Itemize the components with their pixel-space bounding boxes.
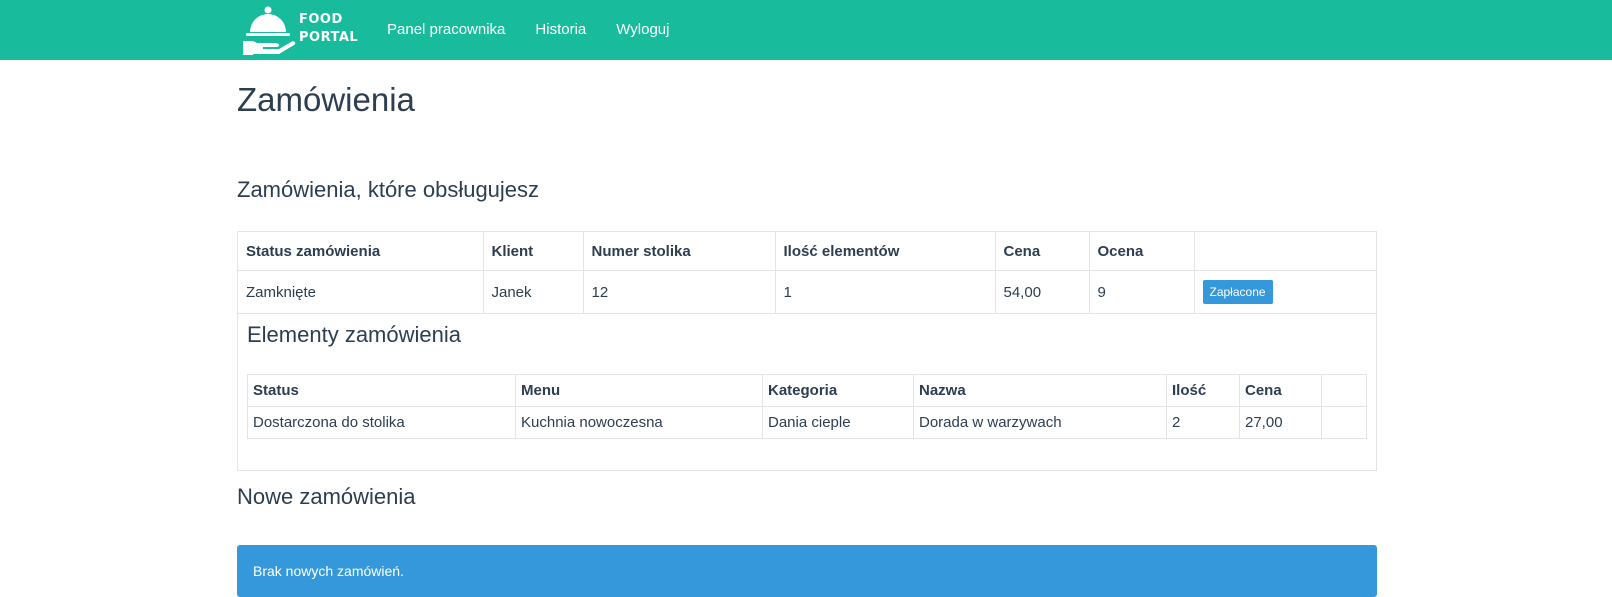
order-status: Zamknięte xyxy=(238,270,484,314)
no-new-orders-alert: Brak nowych zamówień. xyxy=(237,545,1377,597)
brand-text: FOOD PORTAL xyxy=(299,11,358,47)
items-col-header-category: Kategoria xyxy=(762,374,914,407)
new-orders-title: Nowe zamówienia xyxy=(237,484,416,509)
brand-line-1: FOOD xyxy=(299,12,343,27)
navbar-inner: FOOD PORTAL Panel pracownika Historia Wy… xyxy=(237,0,1377,60)
page-title: Zamówienia xyxy=(237,81,415,118)
order-client: Janek xyxy=(483,270,584,314)
item-extra xyxy=(1321,406,1367,439)
item-name: Dorada w warzywach xyxy=(913,406,1167,439)
col-header-client: Klient xyxy=(483,232,584,271)
nav-link-logout[interactable]: Wyloguj xyxy=(616,0,669,60)
col-header-item-count: Ilość elementów xyxy=(775,232,996,271)
order-actions: Zapłacone xyxy=(1194,270,1376,314)
col-header-actions xyxy=(1194,232,1376,271)
col-header-status: Status zamówienia xyxy=(238,232,484,271)
item-price: 27,00 xyxy=(1239,406,1322,439)
order-price: 54,00 xyxy=(995,270,1090,314)
col-header-price: Cena xyxy=(995,232,1090,271)
paid-button[interactable]: Zapłacone xyxy=(1202,280,1273,304)
order-rating: 9 xyxy=(1089,270,1195,314)
orders-header-row: Status zamówienia Klient Numer stolika I… xyxy=(238,232,1376,271)
handled-orders-title: Zamówienia, które obsługujesz xyxy=(237,177,540,202)
cloche-icon xyxy=(243,6,296,55)
order-items-table: Status Menu Kategoria Nazwa Ilość Cena D… xyxy=(247,374,1367,439)
nav-link-history[interactable]: Historia xyxy=(535,0,586,60)
order-items-title: Elementy zamówienia xyxy=(247,322,461,347)
brand-logo[interactable]: FOOD PORTAL xyxy=(237,3,358,55)
nav-links: Panel pracownika Historia Wyloguj xyxy=(387,0,699,60)
items-col-header-name: Nazwa xyxy=(913,374,1167,407)
col-header-table-number: Numer stolika xyxy=(583,232,776,271)
item-menu: Kuchnia nowoczesna xyxy=(515,406,763,439)
order-table-number: 12 xyxy=(583,270,776,314)
col-header-rating: Ocena xyxy=(1089,232,1195,271)
items-col-header-status: Status xyxy=(247,374,516,407)
items-col-header-price: Cena xyxy=(1239,374,1322,407)
handled-orders-panel: Status zamówienia Klient Numer stolika I… xyxy=(237,231,1377,471)
table-row: Zamknięte Janek 12 1 54,00 9 Zapłacone xyxy=(238,270,1376,314)
table-row: Dostarczona do stolika Kuchnia nowoczesn… xyxy=(247,406,1367,439)
items-col-header-menu: Menu xyxy=(515,374,763,407)
items-col-header-extra xyxy=(1321,374,1367,407)
nav-link-employee-panel[interactable]: Panel pracownika xyxy=(387,0,505,60)
order-item-count: 1 xyxy=(775,270,996,314)
brand-line-2: PORTAL xyxy=(299,30,359,45)
navbar: FOOD PORTAL Panel pracownika Historia Wy… xyxy=(0,0,1612,60)
orders-table: Status zamówienia Klient Numer stolika I… xyxy=(238,232,1376,314)
items-col-header-quantity: Ilość xyxy=(1166,374,1240,407)
item-quantity: 2 xyxy=(1166,406,1240,439)
item-category: Dania cieple xyxy=(762,406,914,439)
item-status: Dostarczona do stolika xyxy=(247,406,516,439)
items-header-row: Status Menu Kategoria Nazwa Ilość Cena xyxy=(247,374,1367,407)
